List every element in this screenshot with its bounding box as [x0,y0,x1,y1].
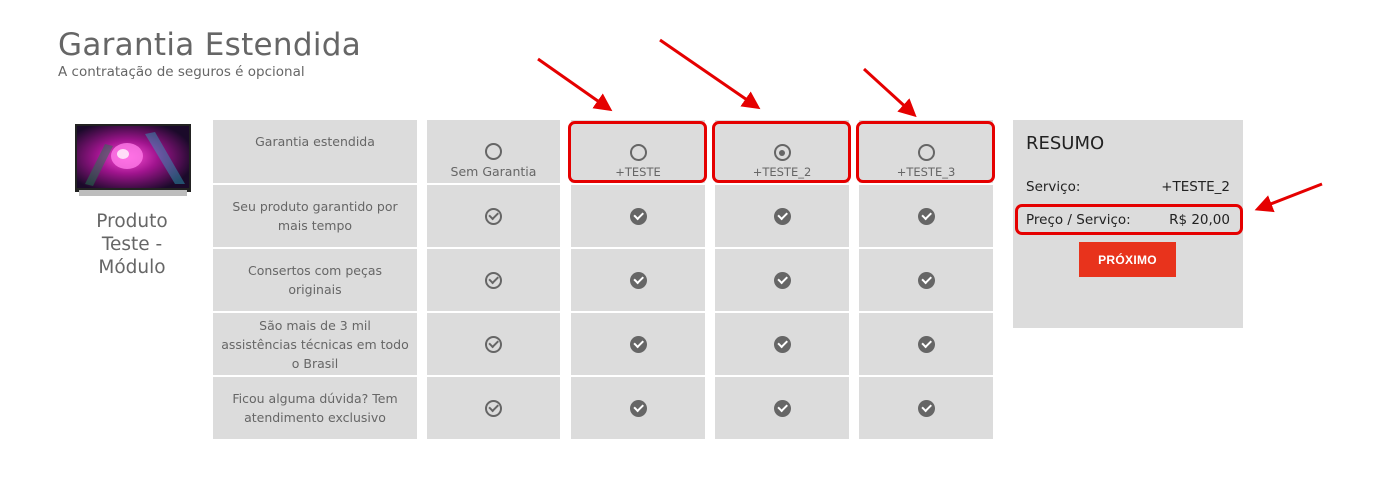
annotation-arrows [537,38,1323,213]
arrow-icon [659,38,761,110]
arrow-icon [537,57,613,112]
arrow-icon [1254,182,1323,213]
arrow-icon [862,67,917,118]
